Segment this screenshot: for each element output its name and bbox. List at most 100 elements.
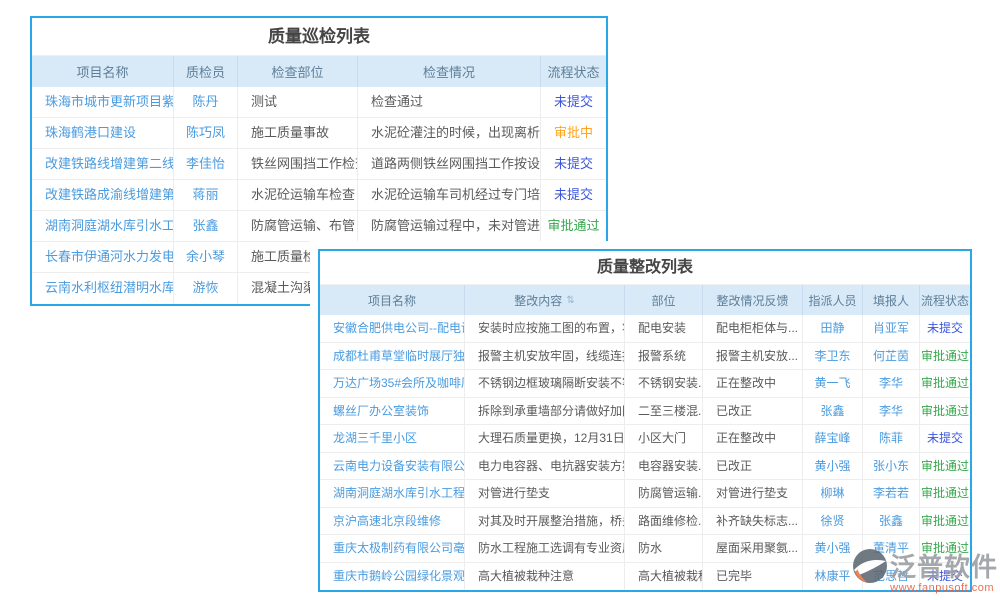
inspector-cell[interactable]: 余小琴 [174, 242, 238, 272]
rectification-table: 质量整改列表 项目名称 整改内容 ⇅ 部位 整改情况反馈 指派人员 填报人 流程… [318, 249, 972, 592]
page: 质量巡检列表 项目名称 质检员 检查部位 检查情况 流程状态 珠海市城市更新项目… [0, 0, 1000, 600]
table-row: 改建铁路线增建第二线... 李佳怡 铁丝网围挡工作检查 道路两侧铁丝网围挡工作按… [32, 149, 606, 180]
inspector-cell[interactable]: 蒋丽 [174, 180, 238, 210]
reporter-cell[interactable]: 肖亚军 [863, 315, 920, 342]
table-row: 云南电力设备安装有限公司20... 电力电容器、电抗器安装方案,... 电容器安… [320, 453, 970, 481]
part-cell: 测试 [238, 87, 358, 117]
status-cell: 审批通过 [920, 453, 970, 480]
project-cell[interactable]: 京沪高速北京段维修 [320, 508, 465, 535]
inspector-cell[interactable]: 陈巧凤 [174, 118, 238, 148]
sort-icon[interactable]: ⇅ [566, 295, 574, 306]
feedback-cell: 报警主机安放... [703, 343, 803, 370]
feedback-cell: 已改正 [703, 453, 803, 480]
project-cell[interactable]: 长春市伊通河水力发电... [32, 242, 174, 272]
col-header-status: 流程状态 [541, 56, 606, 87]
watermark-brand: 泛普软件 [890, 547, 998, 584]
reporter-cell[interactable]: 李华 [863, 370, 920, 397]
content-cell: 报警主机安放牢固，线缆连接... [465, 343, 625, 370]
assignee-cell[interactable]: 柳琳 [803, 480, 863, 507]
reporter-cell[interactable]: 何芷茵 [863, 343, 920, 370]
part-cell: 施工质量事故 [238, 118, 358, 148]
content-cell: 对其及时开展整治措施，桥头... [465, 508, 625, 535]
inspector-cell[interactable]: 陈丹 [174, 87, 238, 117]
status-cell: 审批通过 [920, 480, 970, 507]
project-cell[interactable]: 重庆太极制药有限公司亳州中... [320, 535, 465, 562]
table-row: 螺丝厂办公室装饰 拆除到承重墙部分请做好加固... 二至三楼混... 已改正 张… [320, 398, 970, 426]
situation-cell: 水泥砼灌注的时候，出现离析现象 [358, 118, 541, 148]
col-header-project: 项目名称 [32, 56, 174, 87]
project-cell[interactable]: 成都杜甫草堂临时展厅独立展... [320, 343, 465, 370]
project-cell[interactable]: 万达广场35#会所及咖啡厅空... [320, 370, 465, 397]
content-cell: 高大植被栽种注意 [465, 563, 625, 591]
project-cell[interactable]: 安徽合肥供电公司--配电设备... [320, 315, 465, 342]
feedback-cell: 对管进行垫支 [703, 480, 803, 507]
status-cell: 未提交 [920, 425, 970, 452]
watermark: 泛普软件 www.fanpusoft.com [852, 547, 998, 594]
part-cell: 防腐管运输... [625, 480, 703, 507]
inspector-cell[interactable]: 李佳怡 [174, 149, 238, 179]
assignee-cell[interactable]: 徐贤 [803, 508, 863, 535]
assignee-cell[interactable]: 田静 [803, 315, 863, 342]
part-cell: 防水 [625, 535, 703, 562]
inspector-cell[interactable]: 游恢 [174, 273, 238, 304]
project-cell[interactable]: 湖南洞庭湖水库引水工... [32, 211, 174, 241]
project-cell[interactable]: 湖南洞庭湖水库引水工程施工I标 [320, 480, 465, 507]
project-cell[interactable]: 云南电力设备安装有限公司20... [320, 453, 465, 480]
table-row: 万达广场35#会所及咖啡厅空... 不锈钢边框玻璃隔断安装不牢... 不锈钢安装… [320, 370, 970, 398]
part-cell: 小区大门 [625, 425, 703, 452]
inspection-table-header: 项目名称 质检员 检查部位 检查情况 流程状态 [32, 56, 606, 87]
assignee-cell[interactable]: 张鑫 [803, 398, 863, 425]
status-cell: 未提交 [541, 180, 606, 210]
project-cell[interactable]: 云南水利枢纽潜明水库... [32, 273, 174, 304]
assignee-cell[interactable]: 黄一飞 [803, 370, 863, 397]
reporter-cell[interactable]: 张鑫 [863, 508, 920, 535]
inspection-table-title: 质量巡检列表 [32, 18, 606, 56]
watermark-url: www.fanpusoft.com [890, 582, 994, 594]
status-cell: 未提交 [920, 315, 970, 342]
part-cell: 报警系统 [625, 343, 703, 370]
project-cell[interactable]: 螺丝厂办公室装饰 [320, 398, 465, 425]
feedback-cell: 屋面采用聚氨... [703, 535, 803, 562]
content-cell: 电力电容器、电抗器安装方案,... [465, 453, 625, 480]
table-row: 成都杜甫草堂临时展厅独立展... 报警主机安放牢固，线缆连接... 报警系统 报… [320, 343, 970, 371]
table-row: 珠海市城市更新项目紫... 陈丹 测试 检查通过 未提交 [32, 87, 606, 118]
project-cell[interactable]: 改建铁路线增建第二线... [32, 149, 174, 179]
table-row: 改建铁路成渝线增建第... 蒋丽 水泥砼运输车检查 水泥砼运输车司机经过专门培训… [32, 180, 606, 211]
col-header-inspector: 质检员 [174, 56, 238, 87]
col-header-reporter: 填报人 [863, 285, 920, 315]
project-cell[interactable]: 改建铁路成渝线增建第... [32, 180, 174, 210]
situation-cell: 检查通过 [358, 87, 541, 117]
project-cell[interactable]: 重庆市鹅岭公园绿化景观提升... [320, 563, 465, 591]
status-cell: 审批通过 [920, 508, 970, 535]
feedback-cell: 正在整改中 [703, 425, 803, 452]
col-header-content-label: 整改内容 [514, 292, 562, 309]
fanpu-logo-icon [852, 548, 888, 584]
feedback-cell: 已完毕 [703, 563, 803, 591]
assignee-cell[interactable]: 薛宝峰 [803, 425, 863, 452]
reporter-cell[interactable]: 陈菲 [863, 425, 920, 452]
feedback-cell: 配电柜柜体与... [703, 315, 803, 342]
part-cell: 电容器安装... [625, 453, 703, 480]
rectification-table-title: 质量整改列表 [320, 251, 970, 285]
reporter-cell[interactable]: 李若若 [863, 480, 920, 507]
col-header-part: 检查部位 [238, 56, 358, 87]
table-row: 京沪高速北京段维修 对其及时开展整治措施，桥头... 路面维修检... 补齐缺失… [320, 508, 970, 536]
project-cell[interactable]: 珠海市城市更新项目紫... [32, 87, 174, 117]
project-cell[interactable]: 龙湖三千里小区 [320, 425, 465, 452]
project-cell[interactable]: 珠海鹤港口建设 [32, 118, 174, 148]
content-cell: 对管进行垫支 [465, 480, 625, 507]
content-cell: 安装时应按施工图的布置，将... [465, 315, 625, 342]
content-cell: 大理石质量更换，12月31日之... [465, 425, 625, 452]
reporter-cell[interactable]: 李华 [863, 398, 920, 425]
part-cell: 二至三楼混... [625, 398, 703, 425]
reporter-cell[interactable]: 张小东 [863, 453, 920, 480]
col-header-part: 部位 [625, 285, 703, 315]
part-cell: 铁丝网围挡工作检查 [238, 149, 358, 179]
inspector-cell[interactable]: 张鑫 [174, 211, 238, 241]
assignee-cell[interactable]: 李卫东 [803, 343, 863, 370]
col-header-feedback: 整改情况反馈 [703, 285, 803, 315]
part-cell: 路面维修检... [625, 508, 703, 535]
table-row: 湖南洞庭湖水库引水工程施工I标 对管进行垫支 防腐管运输... 对管进行垫支 柳… [320, 480, 970, 508]
situation-cell: 水泥砼运输车司机经过专门培训... [358, 180, 541, 210]
assignee-cell[interactable]: 黄小强 [803, 453, 863, 480]
